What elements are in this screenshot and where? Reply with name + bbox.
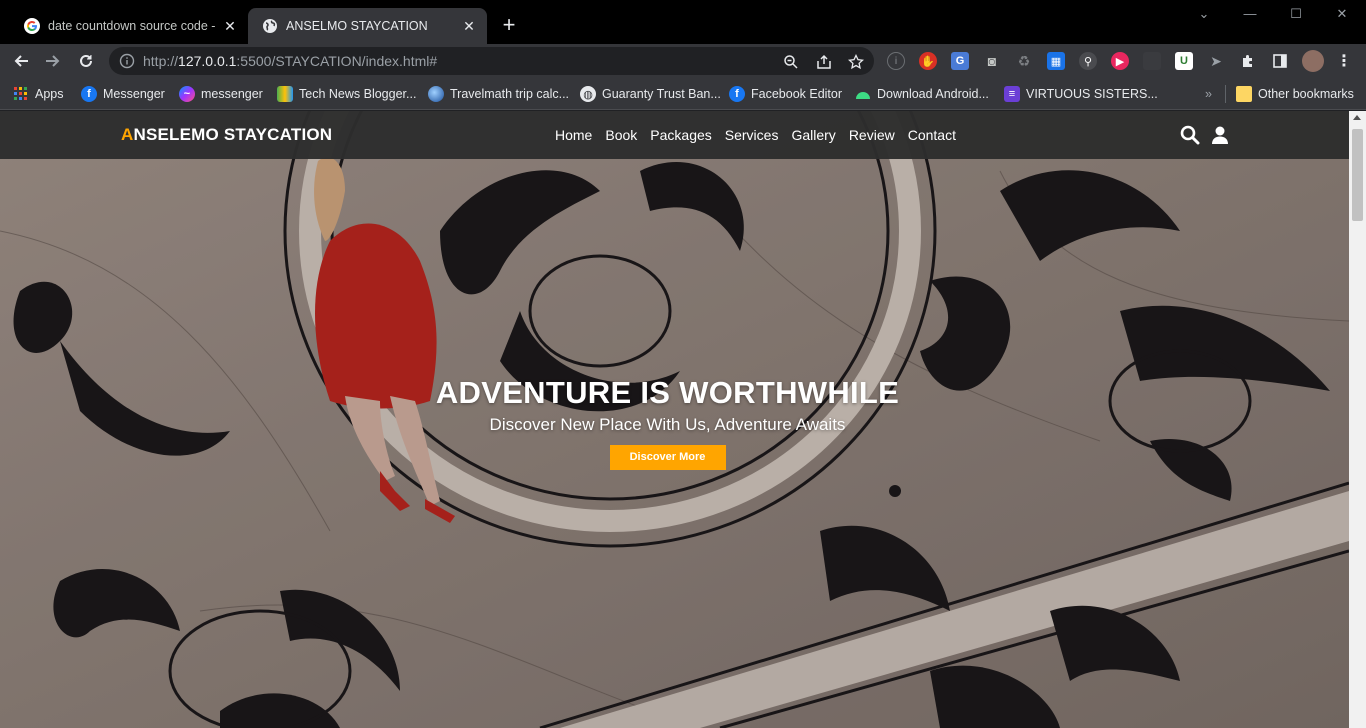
side-panel-icon[interactable] bbox=[1271, 52, 1289, 70]
list-icon: ≡ bbox=[1004, 86, 1020, 102]
bookmark-label: Apps bbox=[35, 87, 64, 101]
close-window-icon[interactable]: ✕ bbox=[1319, 6, 1365, 26]
globe-icon bbox=[262, 18, 278, 34]
bookmark-messenger-2[interactable]: ~ messenger bbox=[179, 84, 263, 104]
android-icon bbox=[855, 86, 871, 102]
facebook-icon: f bbox=[729, 86, 745, 102]
extension-translate-icon[interactable]: G bbox=[951, 52, 969, 70]
discover-more-button[interactable]: Discover More bbox=[609, 445, 726, 470]
nav-review[interactable]: Review bbox=[849, 127, 895, 143]
url-path: :5500/STAYCATION/index.html# bbox=[236, 53, 438, 69]
page-scrollbar[interactable] bbox=[1349, 111, 1366, 728]
tab-title: ANSELMO STAYCATION bbox=[286, 19, 428, 33]
browser-toolbar: http://127.0.0.1:5500/STAYCATION/index.h… bbox=[0, 44, 1366, 78]
folder-icon bbox=[1236, 86, 1252, 102]
bookmarks-divider bbox=[1225, 85, 1226, 103]
extension-plane-icon[interactable]: ➤ bbox=[1207, 52, 1225, 70]
user-icon[interactable] bbox=[1210, 125, 1230, 145]
page-viewport: ANSELEMO STAYCATION Home Book Packages S… bbox=[0, 111, 1366, 728]
share-icon[interactable] bbox=[815, 53, 833, 71]
extension-video-icon[interactable]: ▶ bbox=[1111, 52, 1129, 70]
google-icon bbox=[24, 18, 40, 34]
logo-text: NSELEMO STAYCATION bbox=[133, 125, 333, 144]
close-tab-icon[interactable]: ✕ bbox=[461, 18, 477, 34]
zoom-icon[interactable] bbox=[782, 53, 800, 71]
url-host: 127.0.0.1 bbox=[178, 53, 237, 69]
scrollbar-thumb[interactable] bbox=[1352, 129, 1363, 221]
nav-home[interactable]: Home bbox=[555, 127, 592, 143]
extension-stop-icon[interactable]: ✋ bbox=[919, 52, 937, 70]
extensions-puzzle-icon[interactable] bbox=[1239, 52, 1257, 70]
reload-icon[interactable] bbox=[73, 48, 99, 74]
bookmark-label: Facebook Editor bbox=[751, 87, 843, 101]
forward-icon[interactable] bbox=[40, 48, 66, 74]
bookmark-label: Guaranty Trust Ban... bbox=[602, 87, 721, 101]
bookmark-label: Other bookmarks bbox=[1258, 87, 1354, 101]
address-bar[interactable]: http://127.0.0.1:5500/STAYCATION/index.h… bbox=[109, 47, 874, 75]
close-tab-icon[interactable]: ✕ bbox=[222, 18, 238, 34]
bookmark-download-android[interactable]: Download Android... bbox=[855, 84, 989, 104]
site-header: ANSELEMO STAYCATION Home Book Packages S… bbox=[0, 111, 1349, 159]
bookmark-label: messenger bbox=[201, 87, 263, 101]
main-menu: Home Book Packages Services Gallery Revi… bbox=[555, 127, 956, 143]
bookmark-apps[interactable]: Apps bbox=[13, 84, 64, 104]
minimize-icon[interactable]: — bbox=[1227, 6, 1273, 26]
bookmark-tech-news[interactable]: Tech News Blogger... bbox=[277, 84, 416, 104]
hero-content: ADVENTURE IS WORTHWHILE Discover New Pla… bbox=[0, 375, 1335, 470]
bookmark-facebook-editor[interactable]: f Facebook Editor bbox=[729, 84, 842, 104]
blogger-icon bbox=[277, 86, 293, 102]
other-bookmarks[interactable]: Other bookmarks bbox=[1236, 84, 1354, 104]
bookmarks-overflow-icon[interactable]: » bbox=[1205, 84, 1212, 104]
nav-book[interactable]: Book bbox=[605, 127, 637, 143]
bookmark-virtuous-sisters[interactable]: ≡ VIRTUOUS SISTERS... bbox=[1004, 84, 1158, 104]
hero-subtitle: Discover New Place With Us, Adventure Aw… bbox=[489, 415, 846, 434]
extension-calendar-icon[interactable]: ▦ bbox=[1047, 52, 1065, 70]
back-icon[interactable] bbox=[8, 48, 34, 74]
site-logo[interactable]: ANSELEMO STAYCATION bbox=[121, 125, 332, 145]
messenger-icon: ~ bbox=[179, 86, 195, 102]
extension-dark-icon[interactable] bbox=[1143, 52, 1161, 70]
nav-packages[interactable]: Packages bbox=[650, 127, 711, 143]
nav-services[interactable]: Services bbox=[725, 127, 779, 143]
extension-u-icon[interactable]: U bbox=[1175, 52, 1193, 70]
scroll-up-icon[interactable] bbox=[1353, 115, 1361, 120]
hero-section: ANSELEMO STAYCATION Home Book Packages S… bbox=[0, 111, 1349, 728]
bookmark-travelmath[interactable]: Travelmath trip calc... bbox=[428, 84, 569, 104]
nav-gallery[interactable]: Gallery bbox=[791, 127, 835, 143]
profile-avatar[interactable] bbox=[1302, 50, 1324, 72]
tab-google-search[interactable]: date countdown source code - G ✕ bbox=[10, 8, 248, 44]
url-text: http://127.0.0.1:5500/STAYCATION/index.h… bbox=[143, 53, 437, 69]
extension-location-icon[interactable]: ⚲ bbox=[1079, 52, 1097, 70]
bookmark-star-icon[interactable] bbox=[847, 53, 865, 71]
new-tab-icon[interactable]: + bbox=[497, 14, 521, 38]
tab-search-icon[interactable]: ⌄ bbox=[1181, 6, 1227, 26]
travelmath-icon bbox=[428, 86, 444, 102]
extension-camera-icon[interactable]: ◙ bbox=[983, 52, 1001, 70]
bookmark-label: VIRTUOUS SISTERS... bbox=[1026, 87, 1158, 101]
bookmark-label: Tech News Blogger... bbox=[299, 87, 417, 101]
facebook-icon: f bbox=[81, 86, 97, 102]
bookmark-label: Travelmath trip calc... bbox=[450, 87, 570, 101]
url-prefix: http:// bbox=[143, 53, 179, 69]
logo-accent-letter: A bbox=[121, 125, 134, 144]
site-info-icon[interactable] bbox=[119, 53, 135, 69]
tab-anselmo-staycation[interactable]: ANSELMO STAYCATION ✕ bbox=[248, 8, 487, 44]
tab-title: date countdown source code - G bbox=[48, 19, 216, 33]
nav-contact[interactable]: Contact bbox=[908, 127, 956, 143]
globe-icon: ◍ bbox=[580, 86, 596, 102]
bookmark-guaranty-trust[interactable]: ◍ Guaranty Trust Ban... bbox=[580, 84, 721, 104]
extension-recycle-icon[interactable]: ♻ bbox=[1015, 52, 1033, 70]
bookmark-label: Download Android... bbox=[877, 87, 989, 101]
apps-grid-icon bbox=[13, 86, 29, 102]
maximize-icon[interactable]: ☐ bbox=[1273, 6, 1319, 26]
bookmark-messenger[interactable]: f Messenger bbox=[81, 84, 165, 104]
extension-info-icon[interactable]: i bbox=[887, 52, 905, 70]
bookmark-label: Messenger bbox=[103, 87, 165, 101]
search-icon[interactable] bbox=[1180, 125, 1200, 145]
more-menu-icon[interactable]: ⋮ bbox=[1335, 52, 1353, 70]
tab-strip: date countdown source code - G ✕ ANSELMO… bbox=[0, 0, 1366, 44]
hero-title: ADVENTURE IS WORTHWHILE bbox=[435, 375, 900, 410]
bookmarks-bar: Apps f Messenger ~ messenger Tech News B… bbox=[0, 78, 1366, 110]
